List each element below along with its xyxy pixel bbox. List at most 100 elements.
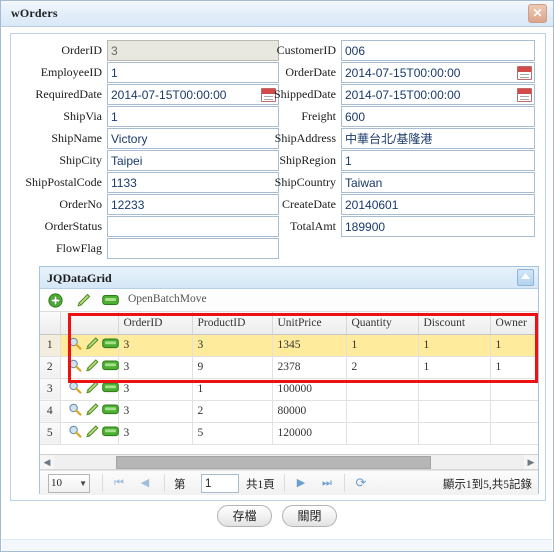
cell-discount[interactable]: 1: [418, 334, 491, 357]
cell-owner[interactable]: 1: [490, 356, 538, 379]
column-header-quantity[interactable]: Quantity: [346, 312, 419, 335]
close-icon[interactable]: ✕: [528, 4, 547, 23]
column-header-blank-0[interactable]: [40, 312, 61, 335]
cell-unitprice[interactable]: 120000: [272, 422, 347, 445]
collapse-icon[interactable]: [517, 269, 534, 286]
cell-discount[interactable]: [418, 400, 491, 423]
field-input-orderstatus[interactable]: [107, 216, 279, 237]
table-row[interactable]: 2 3 9 2378 2 1 1: [40, 356, 538, 379]
column-header-discount[interactable]: Discount: [418, 312, 491, 335]
cell-orderid[interactable]: 3: [118, 378, 193, 401]
search-icon[interactable]: [68, 359, 82, 375]
prev-page-icon[interactable]: ◀: [138, 476, 152, 491]
refresh-icon[interactable]: ⟳: [354, 476, 368, 491]
cell-productid[interactable]: 1: [192, 378, 273, 401]
cell-unitprice[interactable]: 1345: [272, 334, 347, 357]
field-input-shipaddress[interactable]: [341, 128, 535, 149]
first-page-icon[interactable]: ⏮: [112, 476, 126, 491]
cell-orderid[interactable]: 3: [118, 334, 193, 357]
cell-productid[interactable]: 2: [192, 400, 273, 423]
field-input-orderno[interactable]: [107, 194, 279, 215]
column-header-owner[interactable]: Owner: [490, 312, 538, 335]
field-input-shipregion[interactable]: [341, 150, 535, 171]
page-number-input[interactable]: [201, 474, 239, 493]
table-row[interactable]: 1 3 3 1345 1 1 1: [40, 334, 538, 357]
field-input-shippeddate[interactable]: [341, 84, 535, 105]
field-input-flowflag[interactable]: [107, 238, 279, 259]
table-row[interactable]: 3 3 1 100000: [40, 378, 538, 401]
cell-quantity[interactable]: 2: [346, 356, 419, 379]
field-input-shippostalcode[interactable]: [107, 172, 279, 193]
field-input-createdate[interactable]: [341, 194, 535, 215]
field-input-customerid[interactable]: [341, 40, 535, 61]
cell-orderid[interactable]: 3: [118, 356, 193, 379]
close-button[interactable]: 關閉: [282, 505, 337, 527]
minus-box-icon[interactable]: [101, 426, 119, 440]
cell-owner[interactable]: [490, 400, 538, 423]
cell-owner[interactable]: [490, 422, 538, 445]
search-icon[interactable]: [68, 403, 82, 419]
cell-unitprice[interactable]: 80000: [272, 400, 347, 423]
cell-quantity[interactable]: [346, 378, 419, 401]
cell-discount[interactable]: 1: [418, 356, 491, 379]
table-row[interactable]: 5 3 5 120000: [40, 422, 538, 445]
scrollbar-thumb[interactable]: [116, 456, 431, 469]
field-input-shipcity[interactable]: [107, 150, 279, 171]
open-batch-move-link[interactable]: OpenBatchMove: [128, 293, 207, 305]
next-page-icon[interactable]: ▶: [294, 476, 308, 491]
search-icon[interactable]: [68, 381, 82, 397]
plus-circle-icon[interactable]: [48, 293, 63, 313]
column-header-productid[interactable]: ProductID: [192, 312, 273, 335]
pencil-icon[interactable]: [85, 403, 99, 419]
cell-quantity[interactable]: [346, 400, 419, 423]
cell-quantity[interactable]: 1: [346, 334, 419, 357]
pencil-icon[interactable]: [85, 337, 99, 353]
field-input-orderdate[interactable]: [341, 62, 535, 83]
cell-productid[interactable]: 3: [192, 334, 273, 357]
field-input-totalamt[interactable]: [341, 216, 535, 237]
minus-box-icon[interactable]: [101, 360, 119, 374]
field-input-freight[interactable]: [341, 106, 535, 127]
minus-box-icon[interactable]: [101, 338, 119, 352]
cell-productid[interactable]: 5: [192, 422, 273, 445]
column-header-orderid[interactable]: OrderID: [118, 312, 193, 335]
field-input-requireddate[interactable]: [107, 84, 279, 105]
cell-orderid[interactable]: 3: [118, 422, 193, 445]
field-input-shipcountry[interactable]: [341, 172, 535, 193]
cell-orderid[interactable]: 3: [118, 400, 193, 423]
search-icon[interactable]: [68, 337, 82, 353]
minus-box-icon[interactable]: [101, 404, 119, 418]
cell-productid[interactable]: 9: [192, 356, 273, 379]
search-icon[interactable]: [68, 425, 82, 441]
table-row[interactable]: 4 3 2 80000: [40, 400, 538, 423]
cell-unitprice[interactable]: 100000: [272, 378, 347, 401]
cell-unitprice[interactable]: 2378: [272, 356, 347, 379]
cell-discount[interactable]: [418, 422, 491, 445]
minus-box-icon[interactable]: [101, 382, 119, 396]
column-header-blank-1[interactable]: [60, 312, 119, 335]
save-button[interactable]: 存檔: [217, 505, 272, 527]
scroll-right-icon[interactable]: ▶: [524, 455, 538, 470]
cell-owner[interactable]: 1: [490, 334, 538, 357]
form-field-shippeddate: ShippedDate: [273, 84, 535, 105]
calendar-icon[interactable]: [517, 65, 532, 80]
pencil-icon[interactable]: [85, 425, 99, 441]
last-page-icon[interactable]: ⏭: [320, 476, 334, 491]
page-size-select[interactable]: 10 ▼: [48, 474, 90, 493]
horizontal-scrollbar[interactable]: ◀ ▶: [40, 454, 538, 470]
field-input-shipvia[interactable]: [107, 106, 279, 127]
pencil-icon[interactable]: [76, 293, 91, 313]
cell-discount[interactable]: [418, 378, 491, 401]
column-header-unitprice[interactable]: UnitPrice: [272, 312, 347, 335]
pager-divider-3: [284, 474, 285, 492]
calendar-icon[interactable]: [517, 87, 532, 102]
cell-quantity[interactable]: [346, 422, 419, 445]
form-field-shipregion: ShipRegion: [273, 150, 535, 171]
cell-owner[interactable]: [490, 378, 538, 401]
minus-box-icon[interactable]: [102, 293, 119, 311]
pencil-icon[interactable]: [85, 381, 99, 397]
scroll-left-icon[interactable]: ◀: [40, 455, 54, 470]
field-input-employeeid[interactable]: [107, 62, 279, 83]
field-input-shipname[interactable]: [107, 128, 279, 149]
pencil-icon[interactable]: [85, 359, 99, 375]
